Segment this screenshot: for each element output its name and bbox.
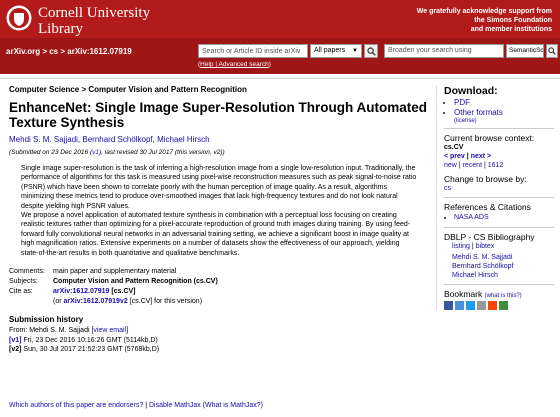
nasa-ads-link[interactable]: NASA ADS [454, 213, 554, 223]
comments-value: main paper and supplementary material [53, 268, 177, 276]
crumb-paper-id[interactable]: arXiv:1612.07919 [67, 47, 132, 56]
divider [0, 78, 560, 79]
browse-context-title: Current browse context: [444, 133, 535, 143]
browse-cs-link[interactable]: cs [444, 184, 554, 193]
support-acknowledgement: We gratefully acknowledge support from t… [416, 8, 552, 33]
main-content: EnhanceNet: Single Image Super-Resolutio… [9, 100, 429, 355]
view-email-link[interactable]: view email [93, 327, 126, 334]
cite-version: (or arXiv:1612.07919v2 [cs.CV] for this … [53, 298, 203, 306]
footer-links: Which authors of this paper are endorser… [9, 402, 263, 409]
prev-next-nav: < prev | next > [444, 153, 492, 160]
download-title: Download: [444, 85, 498, 97]
divider [444, 284, 554, 285]
paper-title: EnhanceNet: Single Image Super-Resolutio… [9, 100, 428, 130]
browse-context: cs.CV [444, 144, 464, 151]
endorsers-link[interactable]: Which authors of this paper are endorser… [9, 402, 143, 409]
next-link[interactable]: next > [471, 153, 491, 160]
cite-id-link[interactable]: arXiv:1612.07919 [53, 288, 109, 295]
bookmark-service-icon[interactable] [455, 301, 464, 310]
change-browse-title: Change to browse by: [444, 174, 527, 184]
search-button[interactable] [364, 44, 378, 58]
sidebar: Download: PDF Other formats (license) Cu… [436, 85, 554, 310]
other-formats-link[interactable]: Other formats [454, 108, 554, 118]
cite-version-link[interactable]: arXiv:1612.07919v2 [64, 298, 128, 305]
crumb-cs[interactable]: cs [49, 47, 58, 56]
download-list: PDF Other formats [444, 98, 554, 118]
dblp-author-link[interactable]: Mehdi S. M. Sajjadi [452, 253, 554, 262]
submission-dates: (Submitted on 23 Dec 2016 (v1), last rev… [9, 149, 225, 156]
author-list: Mehdi S. M. Sajjadi, Bernhard Schölkopf,… [9, 135, 210, 144]
dblp-author-link[interactable]: Bernhard Schölkopf [452, 262, 554, 271]
help-link[interactable]: Help [200, 61, 213, 68]
version-1-link[interactable]: [v1] [9, 337, 21, 344]
version-2-tag: [v2] [9, 346, 22, 354]
crumb-arxiv[interactable]: arXiv.org [6, 47, 40, 56]
listing-link[interactable]: listing [452, 243, 470, 250]
broaden-search-button[interactable] [546, 44, 558, 58]
disable-mathjax-link[interactable]: Disable MathJax [149, 402, 201, 409]
subject-header: Computer Science > Computer Vision and P… [9, 85, 247, 94]
license-link[interactable]: (license) [454, 118, 554, 124]
bookmark-service-icon[interactable] [477, 301, 486, 310]
library-name[interactable]: Cornell University Library [38, 5, 150, 37]
author-link[interactable]: Michael Hirsch [157, 135, 209, 144]
search-icon [548, 47, 556, 55]
author-link[interactable]: Mehdi S. M. Sajjadi [9, 135, 78, 144]
month-link[interactable]: 1612 [488, 162, 504, 169]
dblp-title: DBLP - CS Bibliography [444, 232, 535, 242]
divider [444, 128, 554, 129]
submission-history: From: Mehdi S. M. Sajjadi [view email] [… [9, 327, 160, 354]
search-scope-select[interactable]: All papers ▼ [310, 44, 362, 58]
references-list: NASA ADS [444, 213, 554, 223]
bookmark-service-icons [444, 301, 554, 310]
abstract: Single image super-resolution is the tas… [21, 164, 417, 258]
dblp-author-link[interactable]: Michael Hirsch [452, 271, 554, 280]
broaden-search-input[interactable]: Broaden your search using [384, 44, 504, 58]
author-link[interactable]: Bernhard Schölkopf [82, 135, 152, 144]
search-input[interactable]: Search or Article ID inside arXiv [198, 44, 308, 58]
cite-as: arXiv:1612.07919 [cs.CV] [53, 288, 136, 296]
bibtex-link[interactable]: bibtex [476, 243, 495, 250]
search-help-links: (Help | Advanced search) [198, 61, 271, 68]
breadcrumb: arXiv.org > cs > arXiv:1612.07919 [6, 47, 132, 56]
dblp-authors: Mehdi S. M. Sajjadi Bernhard Schölkopf M… [452, 253, 554, 280]
pdf-link[interactable]: PDF [454, 98, 554, 108]
search-engine-select[interactable]: SemanticScholar [506, 44, 544, 58]
submission-history-title: Submission history [9, 315, 84, 325]
subjects-value: Computer Vision and Pattern Recognition … [53, 278, 218, 286]
bookmark-service-icon[interactable] [466, 301, 475, 310]
abstract-paragraph: We propose a novel application of automa… [21, 212, 411, 257]
dblp-links: listing | bibtex [452, 243, 495, 250]
bookmark-title: Bookmark (what is this?) [444, 289, 522, 299]
divider [444, 227, 554, 228]
prev-link[interactable]: < prev [444, 153, 465, 160]
listing-nav: new | recent | 1612 [444, 162, 504, 169]
bookmark-service-icon[interactable] [444, 301, 453, 310]
advanced-search-link[interactable]: Advanced search [219, 61, 269, 68]
recent-link[interactable]: recent [463, 162, 482, 169]
references-title: References & Citations [444, 202, 531, 212]
cornell-seal-icon[interactable] [6, 4, 32, 32]
new-link[interactable]: new [444, 162, 457, 169]
bookmark-service-icon[interactable] [488, 301, 497, 310]
bookmark-service-icon[interactable] [499, 301, 508, 310]
abstract-paragraph: Single image super-resolution is the tas… [21, 165, 417, 210]
search-icon [367, 47, 376, 56]
bookmark-what-link[interactable]: (what is this?) [485, 293, 522, 299]
metadata-table: Comments: main paper and supplementary m… [9, 267, 222, 307]
what-is-mathjax-link[interactable]: (What is MathJax?) [203, 402, 263, 409]
version-1-link[interactable]: v1 [92, 149, 99, 156]
chevron-down-icon: ▼ [352, 48, 358, 54]
divider [444, 197, 554, 198]
